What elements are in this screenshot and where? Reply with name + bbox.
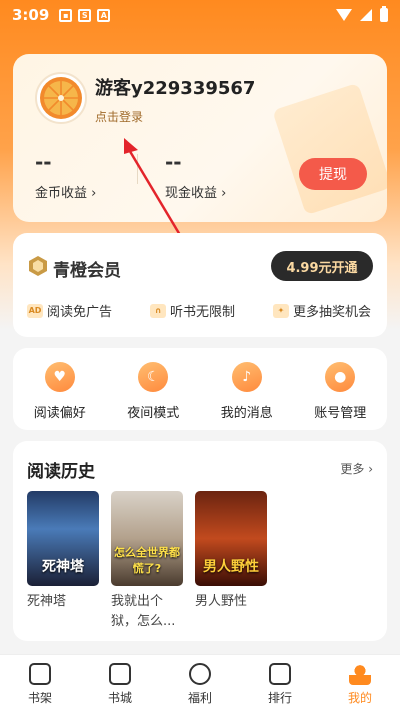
user-icon: ● [325, 362, 356, 392]
battery-icon [380, 6, 388, 22]
action-my-messages[interactable]: ♪ 我的消息 [200, 348, 294, 430]
cash-value: -- [165, 150, 182, 174]
coins-label[interactable]: 金币收益 › [35, 182, 96, 201]
nav-bookshelf[interactable]: 书架 [0, 655, 80, 711]
perk-label: 听书无限制 [170, 305, 236, 320]
a-app-icon: A [97, 8, 111, 22]
book-title: 我就出个狱，怎么... [111, 594, 176, 629]
s-app-icon: S [78, 8, 92, 22]
stat-divider [137, 154, 138, 184]
nav-label: 书城 [107, 691, 132, 705]
cash-label-text: 现金收益 [165, 186, 218, 201]
action-label: 我的消息 [220, 406, 273, 421]
vip-card[interactable]: 青橙会员 4.99元开通 AD 阅读免广告 ∩ 听书无限制 ✦ 更多抽奖机会 [13, 233, 387, 337]
perk-label: 阅读免广告 [47, 305, 113, 320]
action-account-management[interactable]: ● 账号管理 [294, 348, 388, 430]
history-title: 阅读历史 [27, 462, 95, 482]
action-label: 账号管理 [314, 406, 367, 421]
action-reading-preference[interactable]: ♥ 阅读偏好 [13, 348, 107, 430]
bookshelf-icon [29, 663, 51, 685]
nav-welfare[interactable]: 福利 [160, 655, 240, 711]
history-more-link[interactable]: 更多 › [340, 460, 373, 477]
cash-label[interactable]: 现金收益 › [165, 182, 226, 201]
nav-ranking[interactable]: 排行 [240, 655, 320, 711]
action-label: 阅读偏好 [33, 406, 86, 421]
vip-title: 青橙会员 [53, 261, 121, 281]
book-title: 男人野性 [195, 594, 248, 609]
book-cover-title: 男人野性 [203, 559, 259, 575]
bookstore-icon [109, 663, 131, 685]
history-book[interactable]: 男人野性 男人野性 [195, 491, 267, 612]
reading-history: 阅读历史 更多 › 死神塔 死神塔 怎么全世界都慌了? 我就出个狱，怎么... … [13, 441, 387, 641]
avatar[interactable] [35, 72, 87, 124]
book-title: 死神塔 [27, 594, 67, 609]
gift-icon: ✦ [273, 303, 289, 318]
vip-badge-icon [29, 256, 47, 276]
perk-unlimited-audio: ∩ 听书无限制 [150, 301, 235, 320]
nav-label: 我的 [347, 691, 372, 705]
quick-actions: ♥ 阅读偏好 ☾ 夜间模式 ♪ 我的消息 ● 账号管理 [13, 348, 387, 430]
login-link[interactable]: 点击登录 [95, 108, 143, 125]
gift-diamond-icon [189, 663, 211, 685]
perk-more-lottery: ✦ 更多抽奖机会 [273, 301, 371, 320]
nav-label: 排行 [267, 691, 292, 705]
coins-label-text: 金币收益 [35, 186, 88, 201]
profile-icon [349, 663, 371, 685]
signal-icon [360, 9, 372, 21]
action-night-mode[interactable]: ☾ 夜间模式 [107, 348, 201, 430]
profile-card[interactable]: 游客y229339567 点击登录 -- 金币收益 › -- 现金收益 › 提现 [13, 54, 387, 222]
book-cover: 死神塔 [27, 491, 99, 586]
wifi-icon [336, 9, 352, 21]
history-book[interactable]: 死神塔 死神塔 [27, 491, 99, 612]
status-bar: 3:09 ▪ S A [0, 0, 400, 30]
perk-label: 更多抽奖机会 [293, 305, 372, 320]
status-time: 3:09 [12, 6, 50, 24]
moon-icon: ☾ [138, 362, 169, 392]
withdraw-button[interactable]: 提现 [299, 158, 367, 190]
bell-icon: ♪ [231, 362, 262, 392]
coins-value: -- [35, 150, 52, 174]
decorative-shape [272, 82, 387, 216]
action-label: 夜间模式 [127, 406, 180, 421]
vip-activate-button[interactable]: 4.99元开通 [271, 251, 373, 281]
book-cover-title: 死神塔 [42, 559, 84, 575]
nav-bookstore[interactable]: 书城 [80, 655, 160, 711]
image-icon: ▪ [59, 8, 73, 22]
book-cover: 男人野性 [195, 491, 267, 586]
history-book[interactable]: 怎么全世界都慌了? 我就出个狱，怎么... [111, 491, 183, 632]
perk-no-ads: AD 阅读免广告 [27, 301, 112, 320]
bottom-nav: 书架 书城 福利 排行 我的 [0, 654, 400, 711]
history-more-text: 更多 [340, 462, 365, 476]
orange-slice-icon [40, 77, 82, 119]
heart-icon: ♥ [44, 362, 75, 392]
ad-icon: AD [27, 303, 43, 318]
ranking-icon [269, 663, 291, 685]
headphones-icon: ∩ [150, 303, 166, 318]
book-cover: 怎么全世界都慌了? [111, 491, 183, 586]
nav-label: 福利 [187, 691, 212, 705]
username: 游客y229339567 [95, 78, 256, 99]
nav-me[interactable]: 我的 [320, 655, 400, 711]
nav-label: 书架 [27, 691, 52, 705]
book-cover-title: 怎么全世界都慌了? [114, 546, 180, 575]
